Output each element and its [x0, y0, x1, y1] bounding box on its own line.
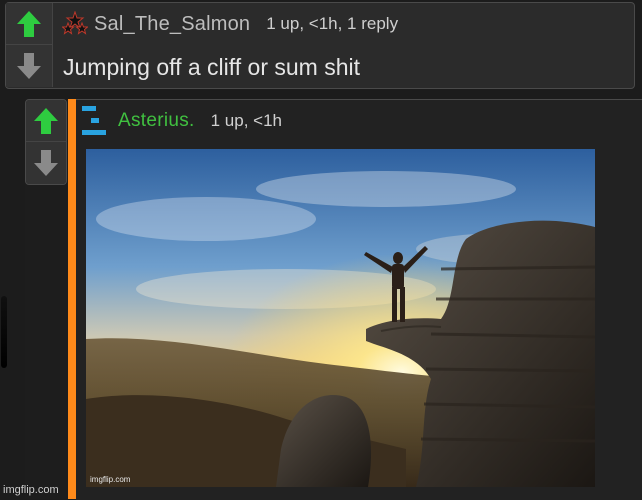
- downvote-button[interactable]: [6, 45, 52, 87]
- reply-downvote-button[interactable]: [26, 142, 66, 184]
- upvote-arrow-icon: [17, 10, 41, 37]
- reply-image[interactable]: imgflip.com: [86, 149, 595, 487]
- edge-mark: [1, 296, 7, 368]
- comment-text: Jumping off a cliff or sum shit: [63, 54, 361, 80]
- reply-comment: Asterius. 1 up, <1h imgflip.com: [25, 99, 642, 500]
- upvote-button[interactable]: [6, 3, 52, 45]
- parent-comment: Sal_The_Salmon 1 up, <1h, 1 reply Jumpin…: [5, 2, 635, 89]
- cliff-sunset-photo: imgflip.com: [86, 149, 595, 487]
- reply-meta: 1 up, <1h: [210, 111, 282, 130]
- site-watermark: imgflip.com: [3, 484, 59, 496]
- stars-avatar-icon: [62, 11, 88, 35]
- downvote-arrow-icon: [17, 53, 41, 79]
- username-link[interactable]: Sal_The_Salmon: [94, 13, 250, 36]
- reply-upvote-button[interactable]: [26, 100, 66, 142]
- image-watermark: imgflip.com: [90, 475, 131, 484]
- reply-vote-column: [25, 99, 67, 185]
- reply-username-link[interactable]: Asterius.: [118, 110, 195, 132]
- upvote-arrow-icon: [34, 107, 58, 134]
- reply-header: Asterius. 1 up, <1h: [82, 104, 282, 138]
- comment-header: Sal_The_Salmon 1 up, <1h, 1 reply: [62, 11, 398, 37]
- reply-body: Asterius. 1 up, <1h imgflip.com: [76, 99, 642, 500]
- vote-column: [6, 3, 53, 87]
- comment-meta: 1 up, <1h, 1 reply: [266, 14, 399, 33]
- downvote-arrow-icon: [34, 150, 58, 176]
- thread-indicator-bar: [68, 99, 76, 499]
- blue-bars-avatar-icon: [82, 106, 106, 135]
